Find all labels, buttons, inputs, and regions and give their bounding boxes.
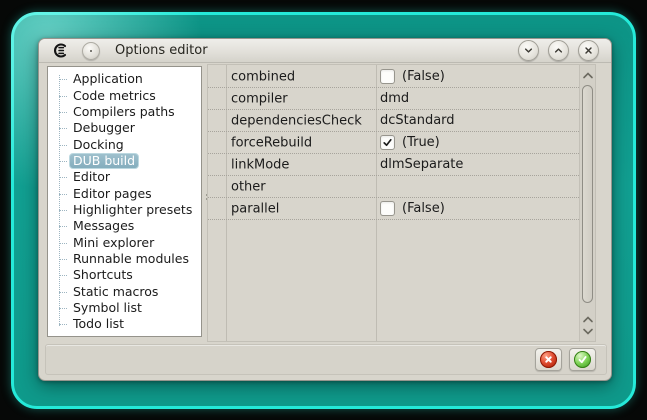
tree-item-label: Shortcuts <box>73 267 133 283</box>
window-buttons <box>518 40 599 61</box>
tree-item-highlighter-presets[interactable]: Highlighter presets <box>48 202 201 218</box>
property-name: dependenciesCheck <box>231 113 362 128</box>
property-row-linkmode[interactable]: linkMode dlmSeparate <box>208 154 579 176</box>
tree-item-code-metrics[interactable]: Code metrics <box>48 87 201 103</box>
tree-item-label: Highlighter presets <box>73 201 193 217</box>
property-value-label: (False) <box>402 69 445 84</box>
property-name: parallel <box>231 201 280 216</box>
close-icon <box>585 47 592 54</box>
tree-item-label: Runnable modules <box>73 250 189 266</box>
tree-item-docking[interactable]: Docking <box>48 136 201 152</box>
tree-item-application[interactable]: Application <box>48 71 201 87</box>
checkbox-checked[interactable] <box>380 135 395 150</box>
tree-item-label: Static macros <box>73 283 159 299</box>
cancel-button[interactable] <box>535 348 562 371</box>
options-tree[interactable]: Application Code metrics Compilers paths De… <box>47 66 202 337</box>
desktop-background: Options editor Application Code metrics … <box>11 12 636 409</box>
titlebar[interactable]: Options editor <box>39 39 611 63</box>
options-editor-window: Options editor Application Code metrics … <box>38 38 612 381</box>
scroll-up-icon[interactable] <box>580 68 595 81</box>
chevron-down-icon <box>524 48 533 53</box>
property-grid[interactable]: combined (False) compiler dmd dependenciesCh… <box>207 64 596 342</box>
screen: Options editor Application Code metrics … <box>0 0 647 420</box>
property-value-label: dmd <box>380 91 410 106</box>
property-row-combined[interactable]: combined (False) <box>208 66 579 88</box>
property-value-label: dcStandard <box>380 113 455 128</box>
tree-item-label: Debugger <box>73 120 135 136</box>
property-row-parallel[interactable]: parallel (False) <box>208 198 579 220</box>
tree-item-label: Mini explorer <box>73 234 155 250</box>
property-value[interactable]: (False) <box>380 198 445 219</box>
tree-item-label: Docking <box>73 136 124 152</box>
tree-item-label: Editor pages <box>73 185 152 201</box>
window-title: Options editor <box>115 43 208 58</box>
property-name: combined <box>231 69 296 84</box>
property-value[interactable]: (True) <box>380 132 440 153</box>
tree-item-symbol-list[interactable]: Symbol list <box>48 300 201 316</box>
tree-item-label: Editor <box>73 169 110 185</box>
scroll-down-icon[interactable] <box>580 325 595 338</box>
tree-item-editor-pages[interactable]: Editor pages <box>48 185 201 201</box>
tree-item-label: Todo list <box>73 316 125 332</box>
property-name: linkMode <box>231 157 290 172</box>
tree-item-label: Application <box>73 71 143 87</box>
vertical-scrollbar[interactable] <box>579 65 595 341</box>
property-value[interactable]: dmd <box>380 88 409 109</box>
chevron-up-icon <box>554 48 563 53</box>
maximize-button[interactable] <box>548 40 569 61</box>
checkbox-unchecked[interactable] <box>380 201 395 216</box>
property-value-label: (False) <box>402 201 445 216</box>
property-name: compiler <box>231 91 288 106</box>
tree-item-debugger[interactable]: Debugger <box>48 120 201 136</box>
property-row-other[interactable]: other <box>208 176 579 198</box>
accept-button[interactable] <box>569 348 596 371</box>
tree-item-label: Symbol list <box>73 299 142 315</box>
property-row-dependenciescheck[interactable]: dependenciesCheck dcStandard <box>208 110 579 132</box>
checkbox-unchecked[interactable] <box>380 69 395 84</box>
tree-item-label: Code metrics <box>73 87 156 103</box>
property-value[interactable]: (False) <box>380 66 445 87</box>
close-button[interactable] <box>578 40 599 61</box>
property-value-label: dlmSeparate <box>380 157 464 172</box>
shade-button[interactable] <box>518 40 539 61</box>
accept-check-icon <box>574 351 591 368</box>
footer-bar <box>45 344 607 375</box>
coedit-logo-icon <box>53 43 67 58</box>
tree-item-mini-explorer[interactable]: Mini explorer <box>48 234 201 250</box>
tree-item-messages[interactable]: Messages <box>48 218 201 234</box>
tree-item-label: Compilers paths <box>73 103 175 119</box>
tree-item-label: Messages <box>73 218 135 234</box>
checkbox-check-icon <box>383 138 392 147</box>
scrollbar-thumb[interactable] <box>582 85 593 303</box>
tree-item-todo-list[interactable]: Todo list <box>48 316 201 332</box>
property-value[interactable]: dlmSeparate <box>380 154 463 175</box>
tree-item-runnable-modules[interactable]: Runnable modules <box>48 251 201 267</box>
property-value[interactable]: dcStandard <box>380 110 455 131</box>
scroll-up-icon[interactable] <box>580 312 595 325</box>
tree-item-dub-build[interactable]: DUB build <box>48 152 201 169</box>
tree-item-static-macros[interactable]: Static macros <box>48 283 201 299</box>
property-row-forcerebuild[interactable]: forceRebuild (True) <box>208 132 579 154</box>
tree-item-editor[interactable]: Editor <box>48 169 201 185</box>
property-row-compiler[interactable]: compiler dmd <box>208 88 579 110</box>
property-name: other <box>231 179 266 194</box>
property-value-label: (True) <box>402 135 440 150</box>
tree-item-shortcuts[interactable]: Shortcuts <box>48 267 201 283</box>
cancel-cross-icon <box>540 351 557 368</box>
tree-item-compilers-paths[interactable]: Compilers paths <box>48 104 201 120</box>
tree-item-label: DUB build <box>69 152 140 169</box>
property-name: forceRebuild <box>231 135 313 150</box>
window-menu-ball-icon[interactable] <box>82 41 100 60</box>
